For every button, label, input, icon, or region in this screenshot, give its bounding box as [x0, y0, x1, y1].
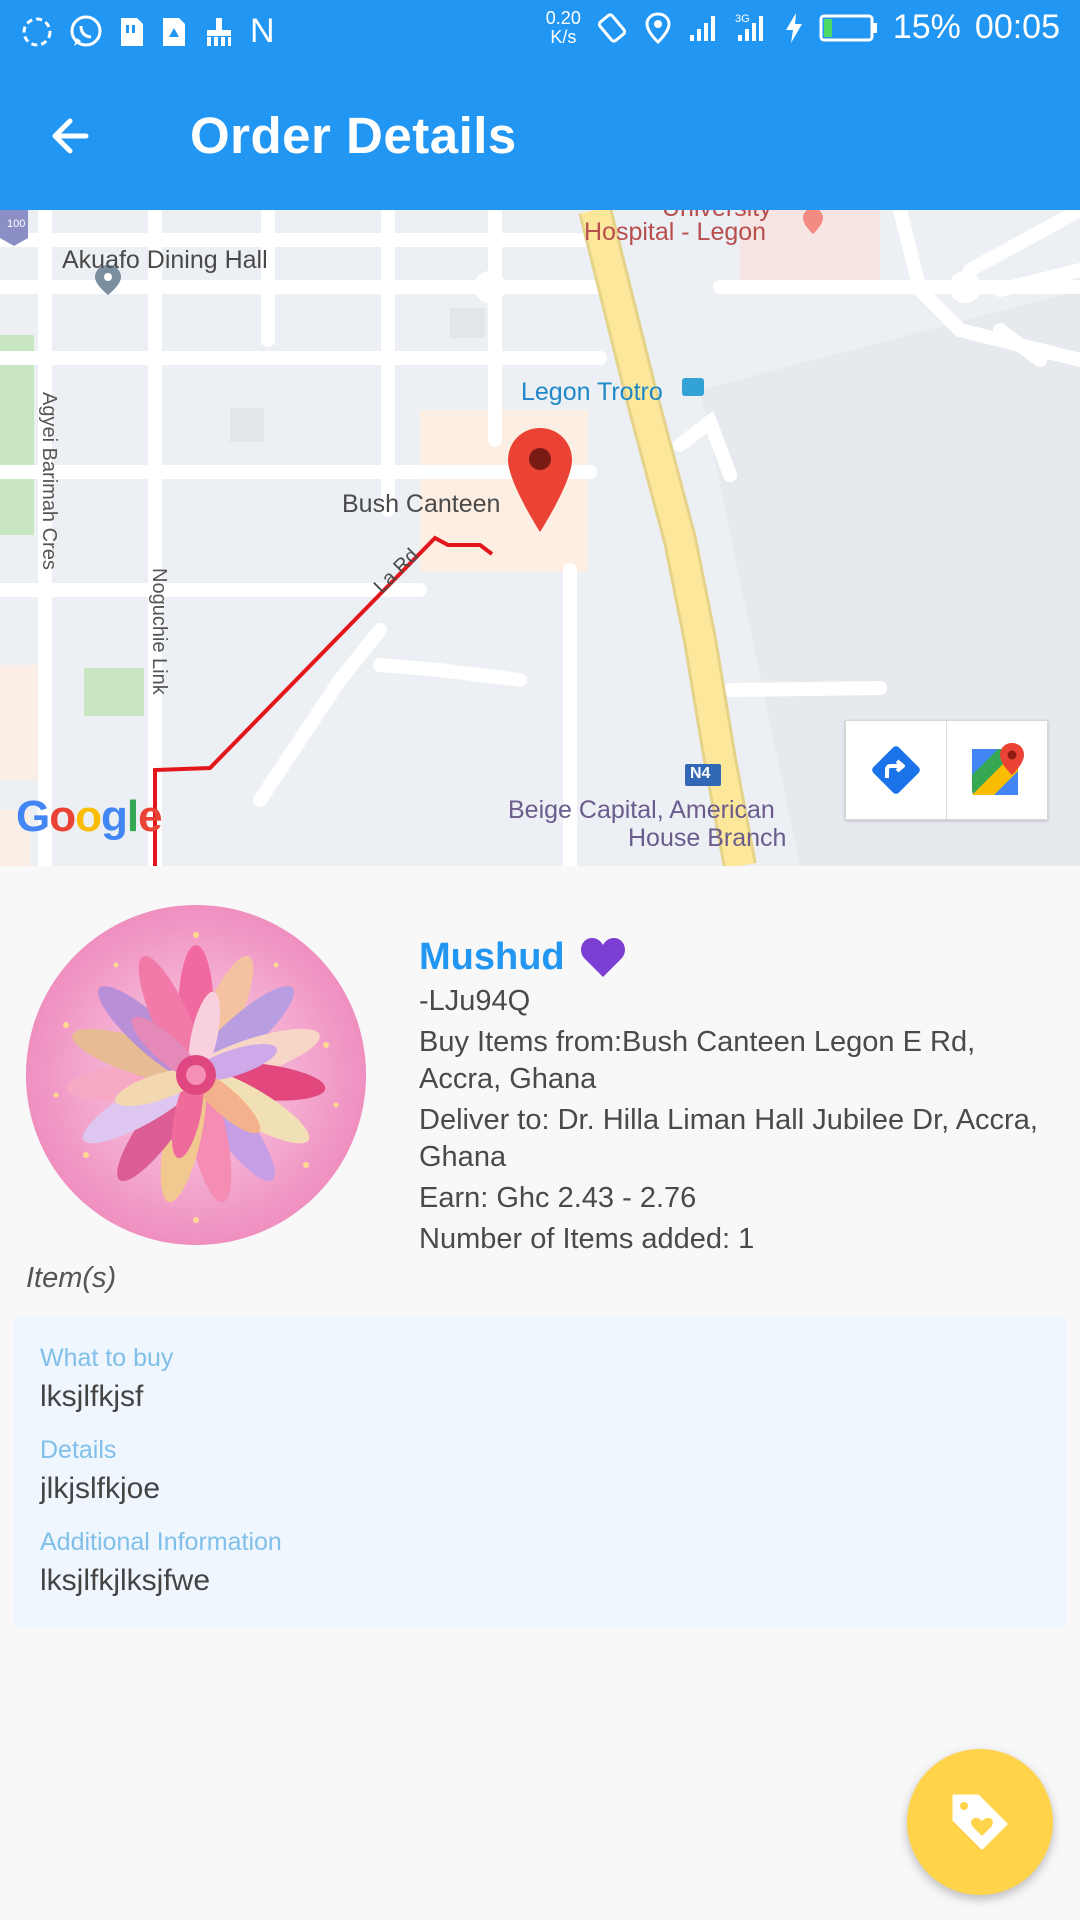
accept-order-button[interactable] [907, 1749, 1053, 1895]
map-label-trotro: Legon Trotro [521, 378, 663, 406]
map-label-dining-hall: Akuafo Dining Hall [62, 246, 268, 274]
google-maps-icon [972, 743, 1024, 795]
whatsapp-icon [70, 15, 102, 46]
sim-card-icon [121, 17, 143, 46]
order-info: Mushud -LJu94Q Buy Items from:Bush Cante… [419, 935, 1059, 1258]
rotate-icon [597, 12, 626, 43]
map-toolbar [845, 720, 1048, 820]
tag-heart-icon [952, 1794, 1008, 1850]
cleaner-icon [207, 17, 231, 46]
battery-percent: 15% [892, 8, 961, 46]
road-badge-n4: N4 [690, 765, 711, 782]
map-label-canteen: Bush Canteen [342, 490, 501, 518]
buy-from: Buy Items from:Bush Canteen Legon E Rd, … [419, 1026, 976, 1095]
battery-icon [819, 14, 877, 41]
svg-text:3G: 3G [735, 13, 750, 25]
system-status: 0.20 K/s 3G 15% 00:05 [546, 8, 1060, 47]
items-heading: Item(s) [26, 1262, 117, 1294]
app-toolbar: Order Details [0, 62, 1080, 210]
n-letter-icon: N [250, 12, 275, 50]
avatar [26, 905, 366, 1245]
map-label-beige-2: House Branch [628, 824, 787, 852]
signal-3g-icon: 3G [735, 13, 763, 41]
clock: 00:05 [974, 8, 1060, 46]
additional-info-value: lksjlfkjlksjfwe [40, 1564, 211, 1597]
network-speed: 0.20 K/s [545, 7, 581, 47]
back-arrow-icon[interactable] [40, 104, 104, 168]
earn-range: Earn: Ghc 2.43 - 2.76 [419, 1182, 697, 1214]
page-title: Order Details [190, 107, 517, 164]
details-label: Details [40, 1436, 117, 1464]
open-in-maps-button[interactable] [946, 721, 1047, 819]
map-label-noguchi: Noguchie Link [148, 568, 170, 695]
map-view[interactable]: Akuafo Dining Hall University Hospital -… [0, 210, 1080, 866]
heart-icon[interactable] [579, 935, 627, 979]
map-label-hospital: Hospital - Legon [584, 218, 767, 246]
directions-icon [872, 746, 920, 794]
item-card: What to buy lksjlfkjsf Details jlkjslfkj… [14, 1316, 1066, 1628]
charging-icon [785, 12, 802, 43]
item-count: Number of Items added: 1 [419, 1223, 755, 1255]
location-icon [645, 11, 671, 44]
deliver-to: Deliver to: Dr. Hilla Liman Hall Jubilee… [419, 1104, 1038, 1173]
flower-avatar-image [26, 905, 366, 1245]
map-label-agyei: Agyei Barimah Cres [38, 392, 60, 570]
details-value: jlkjslfkjoe [40, 1472, 161, 1505]
what-to-buy-value: lksjlfkjsf [40, 1380, 144, 1413]
notification-icons: N [20, 12, 275, 51]
customer-name: Mushud [419, 935, 565, 978]
additional-info-label: Additional Information [40, 1528, 282, 1556]
directions-button[interactable] [846, 721, 946, 819]
poi-badge: 100 [7, 218, 26, 230]
order-code: -LJu94Q [419, 985, 531, 1017]
drive-icon [163, 17, 185, 46]
sync-icon [22, 17, 52, 46]
map-label-beige-1: Beige Capital, American [508, 796, 775, 824]
google-logo: Google [16, 792, 163, 841]
status-bar: N 0.20 K/s 3G 15% 00:05 [0, 0, 1080, 62]
what-to-buy-label: What to buy [40, 1344, 174, 1372]
signal-icon [689, 15, 715, 41]
name-row: Mushud [419, 935, 1059, 979]
